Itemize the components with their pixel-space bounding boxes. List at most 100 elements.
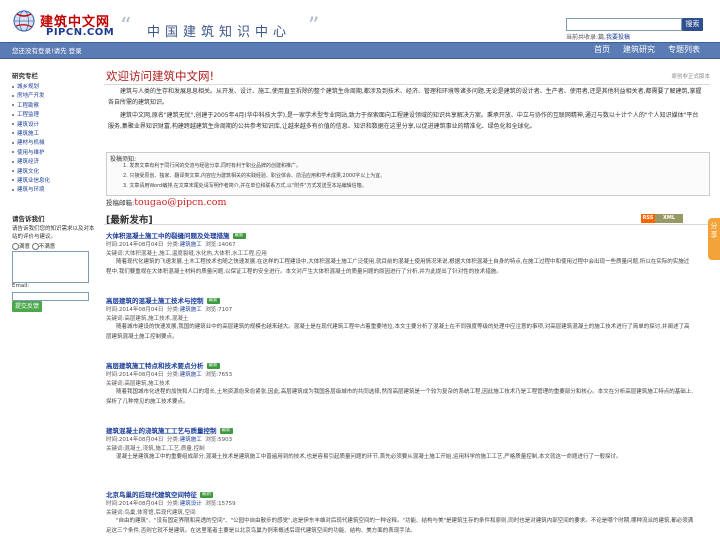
search-hint-text: 当前共收录:篇, (566, 34, 606, 41)
site-slogan: 中国建筑知识中心 (147, 25, 292, 40)
tip-item: 2. 只接受原创、独家、翻译类文章,内容应为建筑相关的实践经验、职业体会、前沿应… (123, 173, 386, 179)
bullet-icon (12, 179, 14, 182)
tip-item: 3. 文章请用Word编排,在文章末尾处请写明作者简介,并在单位和联系方式,以"… (123, 183, 367, 189)
article-keywords: 关键词:大体积混凝土,施工,温度裂缝,水化热,大体积,水工工程,应用 (106, 249, 267, 257)
article-title-link[interactable]: 大体积混凝土施工中的裂缝问题及处理措施 最新 (106, 230, 246, 240)
article-views: 5903 (218, 437, 233, 443)
meta-views-label: 浏览: (205, 501, 219, 507)
article-category-link[interactable]: 建筑施工 (180, 307, 202, 313)
article-keywords-value: 混凝土,浇筑,施工,工艺,质量,控制 (124, 446, 205, 452)
globe-logo-icon[interactable] (12, 9, 36, 33)
sidebar-item-label: 建筑与环境 (17, 187, 45, 194)
site-logo-domain[interactable]: PIPCN.COM (46, 27, 114, 38)
article-meta: 时间:2014年08月04日 分类:建筑施工 浏览:14067 (106, 240, 236, 248)
nav-research[interactable]: 建筑研究 (623, 44, 655, 55)
article-category-link[interactable]: 建筑施工 (180, 242, 202, 248)
submission-email-value[interactable]: tougao@pipcn.com (134, 197, 226, 208)
article-category-link[interactable]: 建筑施工 (180, 437, 202, 443)
meta-category-label: 分类: (166, 501, 180, 507)
article-views: 15759 (218, 501, 236, 507)
unsatisfied-radio[interactable] (31, 243, 39, 250)
article-summary: "自由的建筑"、"没有固定界限和亮透的空间"、"公园中自由散步的感觉",这是伊东… (106, 518, 694, 534)
bullet-icon (12, 132, 14, 135)
meta-category-label: 分类: (166, 372, 180, 378)
quote-close-icon: ” (308, 14, 320, 39)
sidebar-item-urban-planning[interactable]: 城乡规划 (12, 83, 98, 92)
article-summary: 随着城市建设的快速发展,我国的建筑业中的高层建筑的规模也越来越大。混凝土是在现代… (106, 324, 690, 340)
email-field[interactable] (12, 292, 89, 301)
article-keywords-value: 大体积混凝土,施工,温度裂缝,水化热,大体积,水工工程,应用 (124, 251, 267, 257)
sidebar-item-culture[interactable]: 建筑文化 (12, 168, 98, 177)
rss-feed-icon[interactable]: RSS XML (641, 214, 683, 223)
sidebar-item-survey[interactable]: 工程勘察 (12, 102, 98, 111)
satisfaction-radio-group: 满意 不满意 (12, 242, 55, 250)
divider (104, 224, 710, 225)
sidebar-item-label: 使用与维护 (17, 149, 45, 156)
meta-time-label: 时间: (106, 242, 119, 248)
meta-keywords-label: 关键词: (106, 510, 125, 516)
submit-feedback-button[interactable]: 提交反馈 (12, 301, 42, 312)
submission-email: 投稿邮箱:tougao@pipcn.com (106, 197, 227, 208)
sidebar-item-label: 工程勘察 (17, 102, 40, 109)
article-title: 大体积混凝土施工中的裂缝问题及处理措施 (106, 232, 230, 240)
login-status[interactable]: 您还没有登录!请先 登录 (12, 45, 82, 55)
submission-tips-box: 投稿须知: 1. 发表文章有利于同行间的交流与经验分享,同时有利于职业品牌的创建… (106, 152, 710, 196)
article-meta: 时间:2014年08月04日 分类:建筑设计 浏览:15759 (106, 499, 236, 507)
sidebar-item-label: 城乡规划 (17, 84, 40, 90)
meta-category-label: 分类: (166, 242, 180, 248)
meta-time-label: 时间: (106, 501, 119, 507)
sidebar-item-materials[interactable]: 建材与机械 (12, 139, 98, 148)
article-title: 高层建筑施工特点和技术要点分析 (106, 362, 204, 370)
meta-views-label: 浏览: (205, 242, 219, 248)
article-meta: 时间:2014年08月04日 分类:建筑施工 浏览:5903 (106, 435, 232, 443)
share-side-tab[interactable]: 分享 (708, 218, 720, 260)
new-badge: 最新 (200, 492, 213, 498)
bullet-icon (12, 113, 14, 116)
sidebar-item-construction[interactable]: 建筑施工 (12, 130, 98, 139)
sidebar-item-design[interactable]: 建筑设计 (12, 121, 98, 130)
article-category-link[interactable]: 建筑施工 (180, 372, 202, 378)
article-title-link[interactable]: 高层建筑的混凝土施工技术与控制 最新 (106, 295, 220, 305)
sidebar-item-real-estate[interactable]: 房地产开发 (12, 92, 98, 101)
article-title: 建筑混凝土的浇筑施工工艺与质量控制 (106, 427, 217, 435)
article-keywords-value: 高层建筑,施工技术,混凝土 (124, 316, 189, 322)
article-keywords: 关键词:高层建筑,施工技术,混凝土 (106, 314, 188, 322)
article-summary: 随着我国城市化进程的加快和人口的增长,土地资源愈来愈紧张,因此,高层建筑成为我国… (106, 389, 693, 405)
satisfied-radio[interactable] (12, 243, 19, 250)
submit-article-link[interactable]: 我要投稿 (606, 34, 630, 41)
bullet-icon (12, 151, 14, 154)
article-title-link[interactable]: 建筑混凝土的浇筑施工工艺与质量控制 最新 (106, 425, 233, 435)
article-views: 7653 (218, 372, 233, 378)
bullet-icon (12, 160, 14, 163)
article-meta: 时间:2014年08月04日 分类:建筑施工 浏览:7653 (106, 370, 232, 378)
sidebar-item-label: 工程监理 (17, 112, 40, 119)
new-badge: 最新 (206, 298, 220, 304)
search-button[interactable]: 搜索 (682, 18, 703, 31)
submission-email-label: 投稿邮箱: (106, 199, 135, 207)
new-badge: 最新 (219, 428, 233, 434)
sidebar-item-label: 建筑业信息化 (17, 177, 51, 184)
article-views: 7107 (218, 307, 233, 313)
article-time: 2014年08月04日 (118, 372, 164, 378)
meta-time-label: 时间: (106, 372, 119, 378)
sidebar-item-informatization[interactable]: 建筑业信息化 (12, 177, 98, 186)
article-title: 高层建筑的混凝土施工技术与控制 (106, 297, 204, 305)
bullet-icon (12, 188, 14, 191)
page-title: 欢迎访问建筑中文网! (106, 69, 215, 83)
xml-label: XML (655, 214, 683, 223)
article-title-link[interactable]: 北京鸟巢的后现代建筑空间特征 最新 (106, 489, 213, 499)
feedback-textarea[interactable] (12, 251, 89, 283)
sidebar-item-maintenance[interactable]: 使用与维护 (12, 149, 98, 158)
article-title-link[interactable]: 高层建筑施工特点和技术要点分析 最新 (106, 360, 220, 370)
article-category-link[interactable]: 建筑设计 (180, 501, 202, 507)
sidebar-item-environment[interactable]: 建筑与环境 (12, 186, 98, 195)
sidebar-item-supervision[interactable]: 工程监理 (12, 111, 98, 120)
article-summary: 随着现代化建筑的飞速发展,土木工程技术也随之快速发展,在这样的工程建设中,大体积… (106, 259, 690, 275)
nav-home[interactable]: 首页 (594, 44, 610, 55)
unsatisfied-label: 不满意 (38, 244, 56, 250)
sidebar-item-economics[interactable]: 建筑经济 (12, 158, 98, 167)
search-input[interactable] (566, 18, 682, 31)
article-keywords-value: 高层建筑,施工技术 (124, 381, 171, 387)
sidebar-item-label: 房地产开发 (17, 93, 45, 100)
nav-special-topics[interactable]: 专题列表 (668, 44, 700, 55)
